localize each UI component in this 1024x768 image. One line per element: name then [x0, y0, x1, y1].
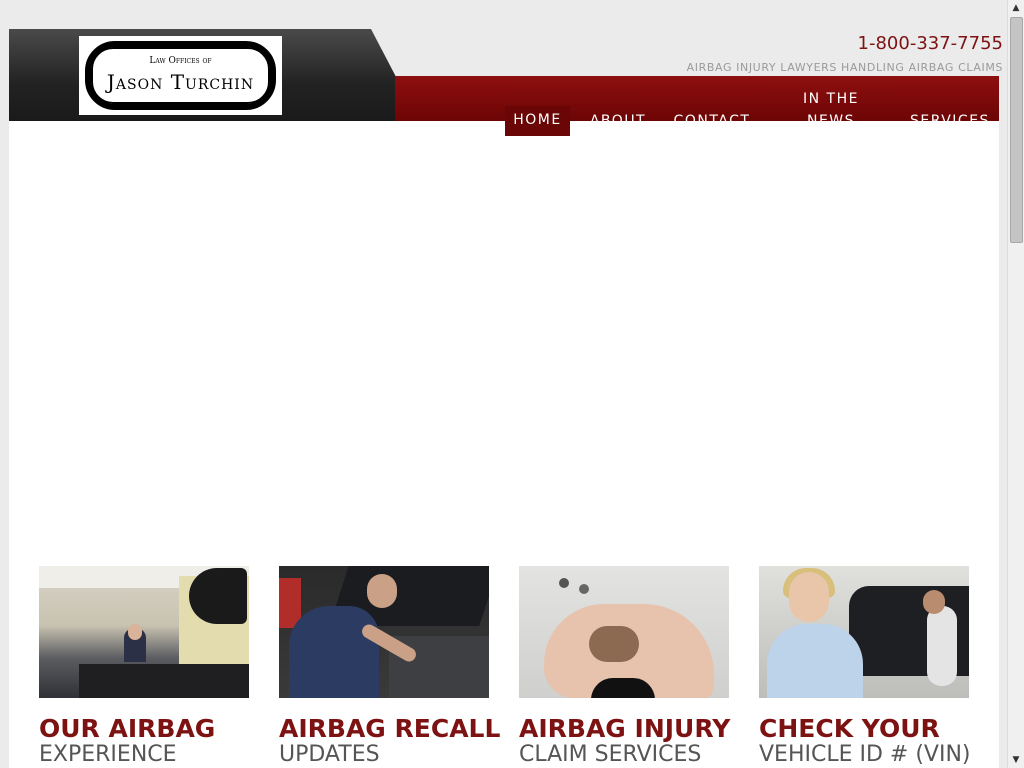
scroll-down-arrow-icon[interactable]: ▼ — [1008, 752, 1024, 768]
site-logo[interactable]: Law Offices of Jason Turchin — [79, 36, 282, 115]
nav-in-the-news[interactable]: IN THE NEWS — [795, 88, 867, 121]
card-airbag-recall[interactable]: AIRBAG RECALL UPDATES — [279, 566, 500, 767]
card-title[interactable]: CHECK YOUR — [759, 714, 940, 743]
nav-services[interactable]: SERVICES — [905, 106, 995, 123]
card-airbag-experience[interactable]: OUR AIRBAG EXPERIENCE — [39, 566, 249, 767]
nav-home[interactable]: HOME — [505, 106, 570, 136]
card-subtitle[interactable]: VEHICLE ID # (VIN) — [759, 742, 971, 767]
page: Law Offices of Jason Turchin 1-800-337-7… — [9, 0, 1003, 768]
phone-number[interactable]: 1-800-337-7755 — [858, 33, 1003, 54]
nav-news-line1: IN THE — [803, 91, 859, 107]
mechanic-image[interactable] — [279, 566, 489, 698]
card-title[interactable]: AIRBAG RECALL — [279, 714, 500, 743]
card-subtitle[interactable]: CLAIM SERVICES — [519, 742, 701, 767]
card-title[interactable]: OUR AIRBAG — [39, 714, 215, 743]
nav-about[interactable]: ABOUT — [585, 106, 651, 123]
tagline: AIRBAG INJURY LAWYERS HANDLING AIRBAG CL… — [686, 61, 1003, 74]
customer-mechanic-image[interactable] — [759, 566, 969, 698]
card-subtitle[interactable]: UPDATES — [279, 742, 380, 767]
newsroom-image[interactable] — [39, 566, 249, 698]
scroll-thumb[interactable] — [1010, 17, 1023, 243]
card-airbag-injury[interactable]: AIRBAG INJURY CLAIM SERVICES — [519, 566, 730, 767]
deployed-airbag-image[interactable] — [519, 566, 729, 698]
vertical-scrollbar[interactable]: ▲ ▼ — [1007, 0, 1024, 768]
card-title[interactable]: AIRBAG INJURY — [519, 714, 730, 743]
card-subtitle[interactable]: EXPERIENCE — [39, 742, 177, 767]
card-check-vin[interactable]: CHECK YOUR VEHICLE ID # (VIN) — [759, 566, 971, 767]
camera-icon — [189, 568, 247, 624]
nav-contact[interactable]: CONTACT — [669, 106, 755, 123]
scroll-up-arrow-icon[interactable]: ▲ — [1008, 0, 1024, 16]
logo-top-text: Law Offices of — [149, 56, 212, 66]
logo-name-text: Jason Turchin — [106, 70, 255, 94]
nav-news-line2: NEWS — [806, 113, 856, 121]
